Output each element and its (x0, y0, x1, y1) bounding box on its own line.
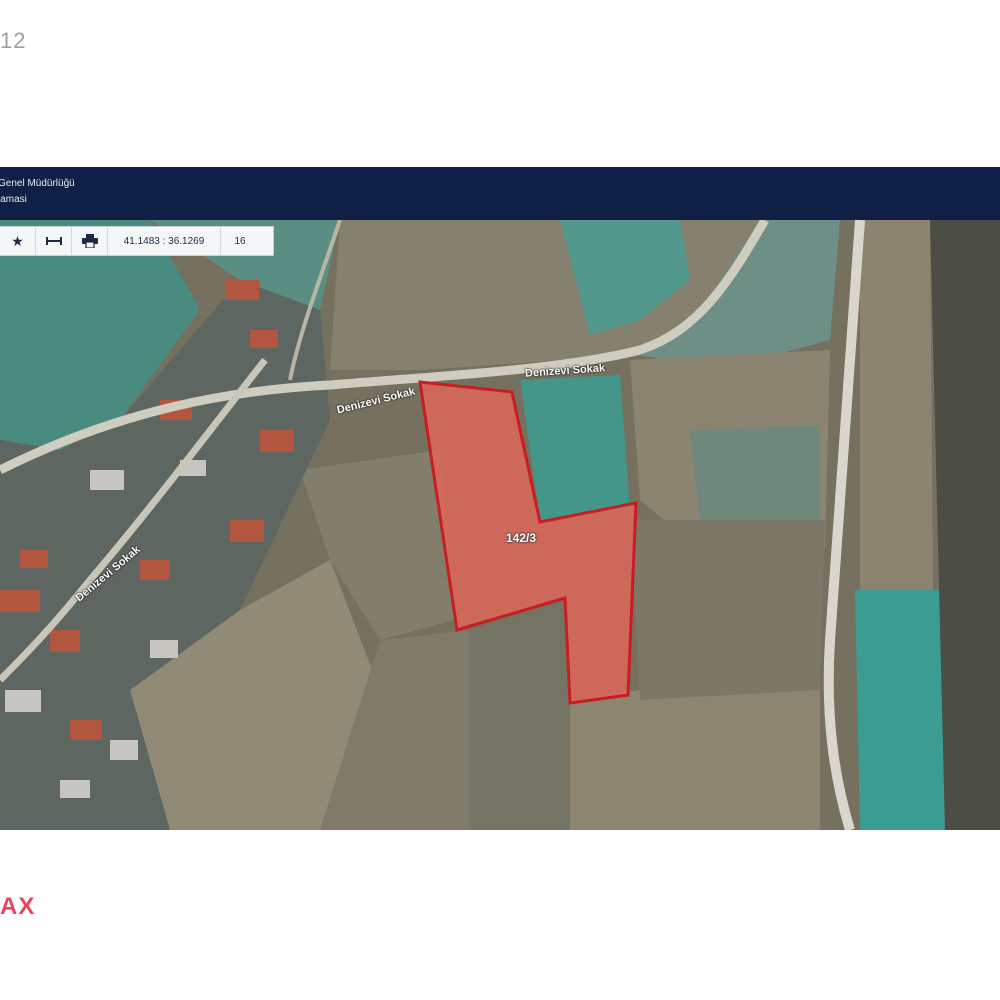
coordinates-readout: 41.1483 : 36.1269 (108, 227, 221, 255)
corner-bottom-text: AX (0, 893, 36, 920)
measure-icon[interactable] (36, 227, 72, 255)
app-header: Genel Müdürlüğü lamasi (0, 167, 1000, 220)
corner-top-text: 12 (0, 28, 27, 53)
print-icon[interactable] (72, 227, 108, 255)
header-title: Genel Müdürlüğü (0, 178, 75, 189)
map-toolbar: ★ 41.1483 : 36.1269 16 (0, 226, 274, 256)
zoom-level[interactable]: 16 (221, 227, 259, 255)
map-imagery (0, 220, 1000, 830)
header-subtitle: lamasi (0, 194, 27, 205)
parcel-label[interactable]: 142/3 (506, 531, 536, 545)
star-icon[interactable]: ★ (0, 227, 36, 255)
satellite-map[interactable]: Denizevi Sokak Denizevi Sokak Denizevi S… (0, 220, 1000, 830)
